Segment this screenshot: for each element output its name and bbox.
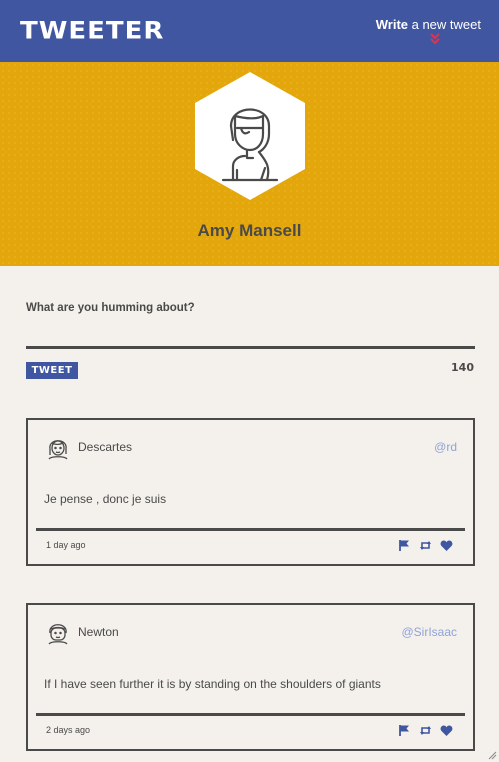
profile-avatar [195, 72, 305, 200]
tweet-card: Descartes @rd Je pense , donc je suis 1 … [26, 418, 475, 566]
write-label-rest: a new tweet [408, 17, 481, 32]
tweet-actions [398, 538, 453, 552]
tweet-body: Je pense , donc je suis [44, 492, 167, 506]
compose-input[interactable] [26, 346, 475, 349]
profile-name: Amy Mansell [197, 221, 302, 240]
tweet-divider [36, 528, 465, 531]
tweet-author-name[interactable]: Newton [78, 625, 119, 639]
resize-handle-icon[interactable] [487, 750, 497, 760]
tweet-author-handle[interactable]: @SirIsaac [401, 625, 457, 639]
user-avatar-icon [48, 624, 68, 645]
tweet-author-handle[interactable]: @rd [434, 440, 457, 454]
heart-icon[interactable] [440, 724, 453, 737]
character-counter: 140 [451, 361, 474, 374]
flag-icon[interactable] [398, 539, 411, 552]
compose-label: What are you humming about? [26, 302, 195, 314]
profile-header: Amy Mansell [0, 62, 499, 266]
tweet-divider [36, 713, 465, 716]
tweet-timestamp: 2 days ago [46, 725, 91, 735]
tweet-button[interactable]: TWEET [26, 362, 78, 379]
tweet-timestamp: 1 day ago [46, 540, 86, 550]
user-avatar-icon [48, 440, 68, 460]
chevron-down-icon[interactable] [429, 32, 441, 46]
flag-icon[interactable] [398, 724, 411, 737]
tweet-body: If I have seen further it is by standing… [44, 677, 381, 691]
heart-icon[interactable] [440, 539, 453, 552]
brand-logo[interactable]: TWEETER [20, 17, 164, 45]
write-tweet-button[interactable]: Write a new tweet [376, 17, 481, 32]
tweet-card: Newton @SirIsaac If I have seen further … [26, 603, 475, 751]
write-label-bold: Write [375, 17, 408, 32]
navbar: TWEETER Write a new tweet [0, 0, 499, 62]
tweet-actions [398, 723, 453, 737]
retweet-icon[interactable] [419, 724, 432, 737]
tweet-author-name[interactable]: Descartes [78, 440, 132, 454]
retweet-icon[interactable] [419, 539, 432, 552]
